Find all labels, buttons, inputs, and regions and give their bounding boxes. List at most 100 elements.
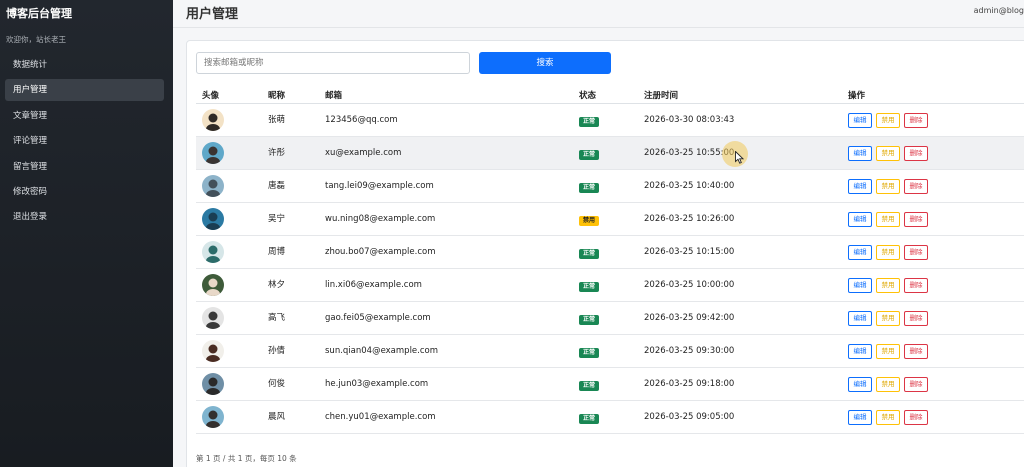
delete-button[interactable]: 删除 <box>904 245 928 260</box>
disable-button[interactable]: 禁用 <box>876 344 900 359</box>
table-row: 何俊 he.jun03@example.com 正常 2026-03-25 09:18… <box>196 368 1024 401</box>
edit-button[interactable]: 编辑 <box>848 146 872 161</box>
avatar <box>202 175 224 197</box>
status-badge: 正常 <box>579 315 600 325</box>
delete-button[interactable]: 删除 <box>904 212 928 227</box>
table-row: 周博 zhou.bo07@example.com 正常 2026-03-25 10:1… <box>196 236 1024 269</box>
current-user[interactable]: admin@blog <box>974 6 1024 15</box>
sidebar-item-stats[interactable]: 数据统计 <box>5 54 164 76</box>
email-cell: lin.xi06@example.com <box>325 280 422 290</box>
disable-button[interactable]: 禁用 <box>876 311 900 326</box>
avatar-head <box>208 410 218 420</box>
users-card: 搜索 头像 昵称 邮箱 状态 注册时间 操作 张萌 123456@qq.com 正常… <box>186 40 1024 467</box>
status-badge: 正常 <box>579 150 600 160</box>
sidebar-item-messages[interactable]: 留言管理 <box>5 156 164 178</box>
nickname-cell: 许彤 <box>268 148 286 158</box>
email-cell: xu@example.com <box>325 148 402 158</box>
sidebar-item-articles[interactable]: 文章管理 <box>5 105 164 127</box>
column-header-registered: 注册时间 <box>644 91 679 101</box>
nickname-cell: 张萌 <box>268 115 286 125</box>
nickname-cell: 周博 <box>268 247 286 257</box>
nickname-cell: 晨风 <box>268 412 286 422</box>
email-cell: tang.lei09@example.com <box>325 181 434 191</box>
column-header-nickname: 昵称 <box>268 91 286 101</box>
avatar <box>202 208 224 230</box>
column-header-avatar: 头像 <box>202 91 220 101</box>
edit-button[interactable]: 编辑 <box>848 179 872 194</box>
avatar <box>202 340 224 362</box>
edit-button[interactable]: 编辑 <box>848 311 872 326</box>
avatar-head <box>208 212 218 222</box>
delete-button[interactable]: 删除 <box>904 377 928 392</box>
delete-button[interactable]: 删除 <box>904 179 928 194</box>
avatar <box>202 109 224 131</box>
nickname-cell: 何俊 <box>268 379 286 389</box>
edit-button[interactable]: 编辑 <box>848 410 872 425</box>
registered-time-cell: 2026-03-25 10:40:00 <box>644 181 735 191</box>
sidebar-item-users[interactable]: 用户管理 <box>5 79 164 102</box>
email-cell: gao.fei05@example.com <box>325 313 431 323</box>
avatar-head <box>208 113 218 123</box>
edit-button[interactable]: 编辑 <box>848 113 872 128</box>
search-input[interactable] <box>196 52 470 74</box>
sidebar-item-logout[interactable]: 退出登录 <box>5 206 164 228</box>
registered-time-cell: 2026-03-25 10:15:00 <box>644 247 735 257</box>
status-badge: 正常 <box>579 183 600 193</box>
edit-button[interactable]: 编辑 <box>848 377 872 392</box>
registered-time-cell: 2026-03-25 09:42:00 <box>644 313 735 323</box>
avatar-head <box>208 245 218 255</box>
disable-button[interactable]: 禁用 <box>876 245 900 260</box>
brand-title: 博客后台管理 <box>6 7 72 20</box>
avatar-head <box>208 377 218 387</box>
email-cell: sun.qian04@example.com <box>325 346 439 356</box>
edit-button[interactable]: 编辑 <box>848 278 872 293</box>
delete-button[interactable]: 删除 <box>904 113 928 128</box>
email-cell: wu.ning08@example.com <box>325 214 436 224</box>
welcome-text: 欢迎你，站长老王 <box>6 35 66 44</box>
edit-button[interactable]: 编辑 <box>848 245 872 260</box>
table-row: 孙倩 sun.qian04@example.com 正常 2026-03-25 09:… <box>196 335 1024 368</box>
avatar <box>202 274 224 296</box>
registered-time-cell: 2026-03-25 10:55:00 <box>644 148 735 158</box>
table-row: 许彤 xu@example.com 正常 2026-03-25 10:55:00 编辑禁… <box>196 137 1024 170</box>
disable-button[interactable]: 禁用 <box>876 113 900 128</box>
delete-button[interactable]: 删除 <box>904 278 928 293</box>
nickname-cell: 孙倩 <box>268 346 286 356</box>
avatar-head <box>208 179 218 189</box>
column-header-email: 邮箱 <box>325 91 343 101</box>
avatar-head <box>208 311 218 321</box>
pagination-info: 第 1 页 / 共 1 页，每页 10 条 <box>196 454 297 463</box>
disable-button[interactable]: 禁用 <box>876 377 900 392</box>
disable-button[interactable]: 禁用 <box>876 146 900 161</box>
registered-time-cell: 2026-03-30 08:03:43 <box>644 115 735 125</box>
table-row: 林夕 lin.xi06@example.com 正常 2026-03-25 10:00… <box>196 269 1024 302</box>
table-row: 唐磊 tang.lei09@example.com 正常 2026-03-25 10:… <box>196 170 1024 203</box>
disable-button[interactable]: 禁用 <box>876 410 900 425</box>
status-badge: 正常 <box>579 414 600 424</box>
edit-button[interactable]: 编辑 <box>848 212 872 227</box>
avatar <box>202 373 224 395</box>
disable-button[interactable]: 禁用 <box>876 179 900 194</box>
registered-time-cell: 2026-03-25 09:18:00 <box>644 379 735 389</box>
status-badge: 正常 <box>579 117 600 127</box>
delete-button[interactable]: 删除 <box>904 344 928 359</box>
delete-button[interactable]: 删除 <box>904 410 928 425</box>
nickname-cell: 高飞 <box>268 313 286 323</box>
disable-button[interactable]: 禁用 <box>876 212 900 227</box>
status-badge: 正常 <box>579 249 600 259</box>
column-header-status: 状态 <box>579 91 597 101</box>
email-cell: he.jun03@example.com <box>325 379 429 389</box>
header-divider <box>173 27 1024 28</box>
avatar <box>202 142 224 164</box>
delete-button[interactable]: 删除 <box>904 146 928 161</box>
avatar <box>202 406 224 428</box>
edit-button[interactable]: 编辑 <box>848 344 872 359</box>
delete-button[interactable]: 删除 <box>904 311 928 326</box>
disable-button[interactable]: 禁用 <box>876 278 900 293</box>
sidebar-item-change-password[interactable]: 修改密码 <box>5 181 164 203</box>
search-button[interactable]: 搜索 <box>479 52 611 74</box>
registered-time-cell: 2026-03-25 10:26:00 <box>644 214 735 224</box>
sidebar-item-comments[interactable]: 评论管理 <box>5 130 164 152</box>
avatar-head <box>208 344 218 354</box>
registered-time-cell: 2026-03-25 09:05:00 <box>644 412 735 422</box>
